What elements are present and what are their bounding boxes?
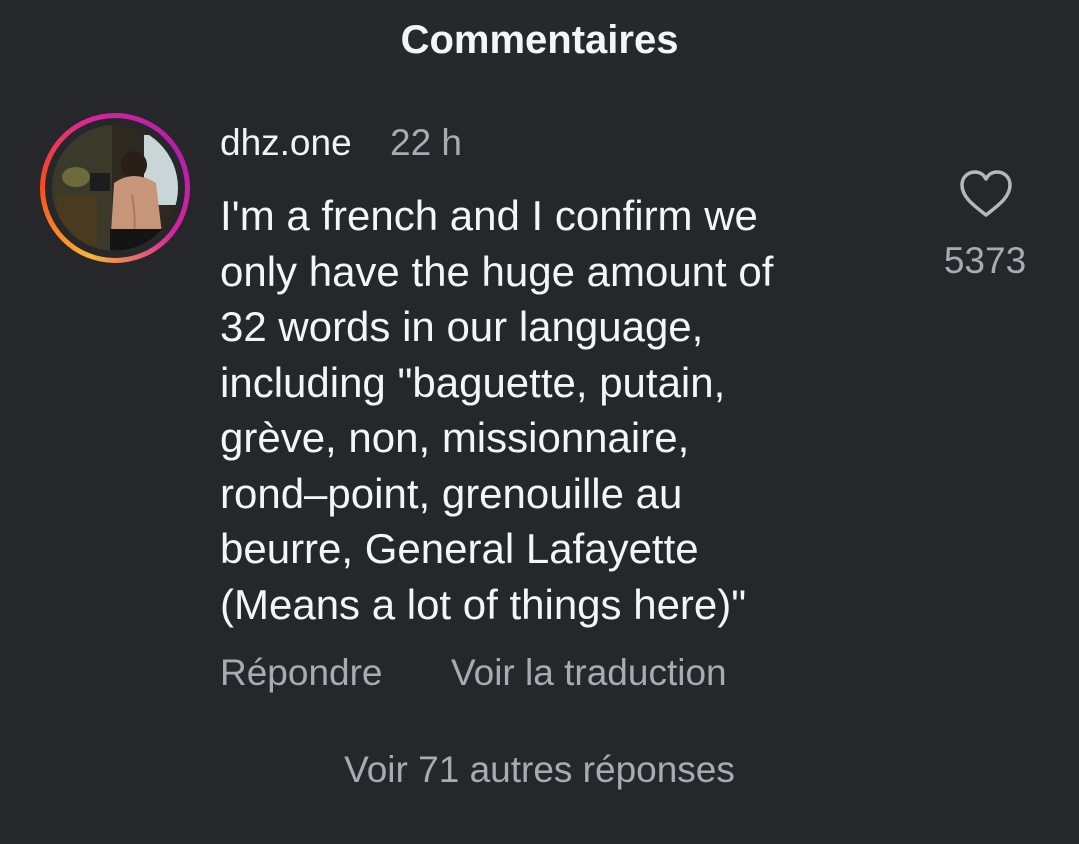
comment-body: I'm a french and I confirm we only have …	[220, 188, 880, 632]
page-title: Commentaires	[400, 18, 679, 62]
reply-button[interactable]: Répondre	[220, 652, 383, 694]
comment-line: including "baguette, putain,	[220, 358, 726, 406]
avatar-image	[52, 125, 178, 251]
comment-line: grève, non, missionnaire,	[220, 414, 690, 461]
comments-sheet: Commentaires dhz.one 22 h I'm a french a…	[0, 0, 1079, 844]
comment-username[interactable]: dhz.one	[220, 122, 352, 164]
comment-line: only have the huge amount of	[220, 247, 774, 295]
comment-line: rond–point, grenouille au	[220, 469, 683, 517]
comment-timestamp: 22 h	[390, 122, 463, 163]
comment-line: 32 words in our language,	[220, 303, 704, 350]
comment-line: (Means a lot of things here)"	[220, 580, 747, 628]
heart-outline-icon[interactable]	[958, 168, 1014, 220]
comment-line: I'm a french and I confirm we	[220, 192, 758, 239]
like-count: 5373	[943, 240, 1027, 281]
avatar[interactable]	[40, 113, 190, 263]
comment-line: beurre, General Lafayette	[220, 525, 699, 572]
comments-header: Commentaires	[0, 0, 1079, 110]
see-translation-button[interactable]: Voir la traduction	[451, 652, 727, 694]
view-more-replies-button[interactable]: Voir 71 autres réponses	[0, 749, 1079, 791]
